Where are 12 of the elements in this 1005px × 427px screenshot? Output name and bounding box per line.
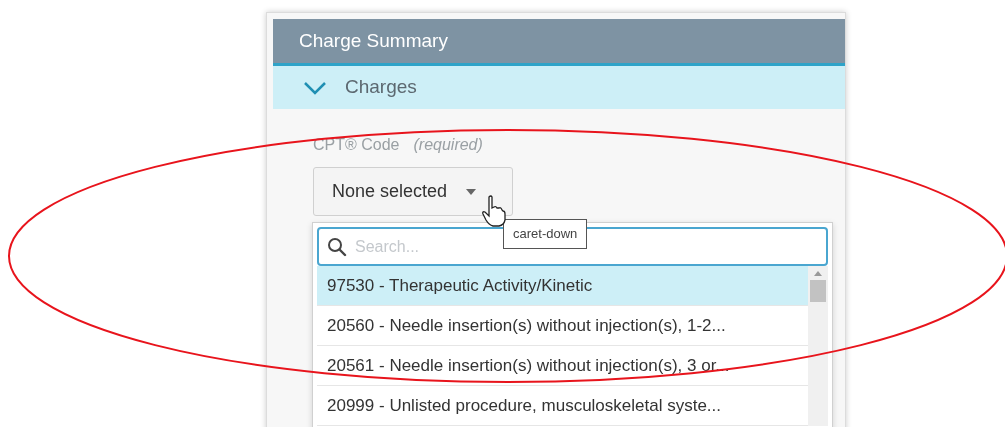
field-hint: (required) (413, 135, 483, 155)
search-icon (327, 237, 347, 257)
section-header[interactable]: Charges (273, 66, 845, 109)
tooltip: caret-down (503, 219, 588, 249)
scrollbar[interactable] (808, 266, 828, 426)
dropdown-option[interactable]: 97530 - Therapeutic Activity/Kinetic (317, 266, 808, 306)
select-button[interactable]: None selected (313, 167, 513, 216)
scroll-up-icon (813, 270, 823, 276)
caret-down-icon (465, 187, 478, 196)
scrollbar-thumb[interactable] (810, 280, 826, 302)
panel-title: Charge Summary (299, 28, 448, 53)
chevron-down-icon (303, 79, 327, 96)
